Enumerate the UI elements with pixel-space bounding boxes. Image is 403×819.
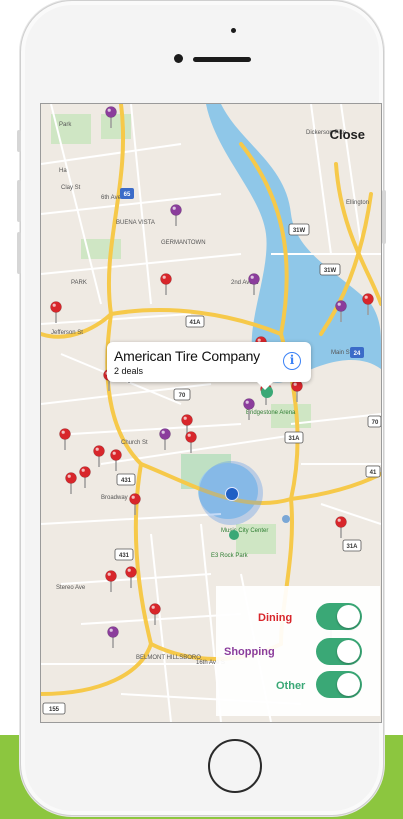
park-poi-icon[interactable] — [229, 530, 239, 540]
phone-sensor — [231, 28, 236, 33]
toggle-knob — [337, 605, 360, 628]
map-label: Church St — [121, 440, 148, 446]
earpiece-speaker — [193, 57, 251, 62]
deal-callout[interactable]: American Tire Company 2 deals i — [107, 342, 311, 390]
map-pin-icon[interactable] — [50, 301, 62, 324]
filter-label-shopping: Shopping — [224, 646, 275, 658]
shopping-toggle[interactable] — [316, 638, 362, 665]
map-pin-icon[interactable] — [65, 472, 77, 495]
other-toggle[interactable] — [316, 671, 362, 698]
callout-deals-count: 2 deals — [114, 366, 144, 376]
toggle-knob — [337, 673, 360, 696]
map-label: Stereo Ave — [56, 585, 86, 591]
highway-shield: 70 — [179, 393, 186, 399]
highway-shield: 70 — [372, 420, 379, 426]
mute-switch — [17, 130, 21, 152]
map-pin-icon[interactable] — [125, 566, 137, 589]
map-pin-icon[interactable] — [160, 273, 172, 296]
user-location-dot — [225, 487, 239, 501]
info-icon[interactable]: i — [283, 352, 301, 370]
map-label: PARK — [71, 280, 87, 286]
map-pin-icon[interactable] — [79, 466, 91, 489]
map-pin-icon[interactable] — [159, 428, 171, 451]
map-label: Ellington — [346, 200, 369, 206]
close-button[interactable]: Close — [324, 126, 371, 143]
map-pin-icon[interactable] — [59, 428, 71, 451]
highway-shield: 24 — [354, 351, 361, 357]
map-label: Main St — [331, 350, 352, 356]
map-pin-icon[interactable] — [107, 626, 119, 649]
map-label: E3 Rock Park — [211, 553, 249, 559]
map-screen[interactable]: Park Clay St Ha BUENA VISTA GERMANTOWN 6… — [40, 103, 382, 723]
highway-shield: 431 — [119, 553, 130, 559]
category-filter-panel: Dining Shopping Other — [216, 586, 380, 716]
map-label: BELMONT HILLSBORO — [136, 655, 201, 661]
power-button — [382, 190, 386, 244]
map-label: Ha — [59, 168, 67, 174]
map-label: BUENA VISTA — [116, 220, 155, 226]
highway-shield: 31W — [324, 268, 337, 274]
filter-label-dining: Dining — [258, 612, 293, 624]
highway-shield: 31A — [288, 436, 300, 442]
map-label: Broadway — [101, 495, 128, 501]
highway-shield: 41A — [189, 320, 201, 326]
filter-label-other: Other — [276, 680, 306, 692]
callout-title: American Tire Company — [114, 348, 260, 364]
highway-shield: 431 — [121, 478, 132, 484]
highway-shield: 155 — [49, 707, 60, 713]
map-label: Music City Center — [221, 528, 268, 534]
map-label: GERMANTOWN — [161, 240, 206, 246]
map-pin-icon[interactable] — [129, 493, 141, 516]
map-label: Park — [59, 122, 72, 128]
convention-poi-icon[interactable] — [282, 515, 290, 523]
highway-shield: 41 — [370, 470, 377, 476]
toggle-knob — [337, 640, 360, 663]
home-button[interactable] — [208, 739, 262, 793]
highway-shield: 31W — [293, 228, 306, 234]
map-pin-icon[interactable] — [335, 516, 347, 539]
front-camera-icon — [174, 54, 183, 63]
map-label: Bridgestone Arena — [246, 410, 296, 416]
highway-shield: 65 — [124, 192, 131, 198]
dining-toggle[interactable] — [316, 603, 362, 630]
volume-down-button — [17, 232, 21, 274]
map-label: Jefferson St — [51, 330, 83, 336]
map-pin-icon[interactable] — [170, 204, 182, 227]
highway-shield: 31A — [346, 544, 358, 550]
volume-up-button — [17, 180, 21, 222]
map-label: Clay St — [61, 185, 81, 191]
